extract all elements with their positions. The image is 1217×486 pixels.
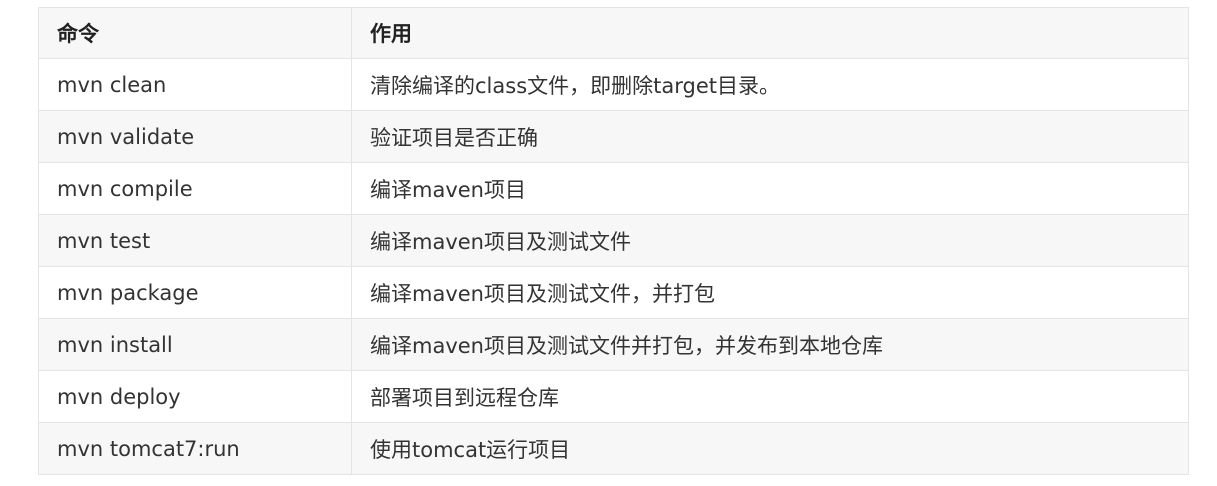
description-cell: 验证项目是否正确 — [351, 110, 1189, 163]
table-row: mvn tomcat7:run 使用tomcat运行项目 — [38, 422, 1189, 475]
command-cell: mvn tomcat7:run — [38, 422, 352, 475]
table-row: mvn test 编译maven项目及测试文件 — [38, 214, 1189, 267]
command-cell: mvn deploy — [38, 370, 352, 423]
command-cell: mvn compile — [38, 162, 352, 215]
command-cell: mvn clean — [38, 58, 352, 111]
table-row: mvn package 编译maven项目及测试文件，并打包 — [38, 266, 1189, 319]
command-cell: mvn package — [38, 266, 352, 319]
table-row: mvn install 编译maven项目及测试文件并打包，并发布到本地仓库 — [38, 318, 1189, 371]
table-row: mvn compile 编译maven项目 — [38, 162, 1189, 215]
table-row: mvn clean 清除编译的class文件，即删除target目录。 — [38, 58, 1189, 111]
maven-commands-table-container: 命令 作用 mvn clean 清除编译的class文件，即删除target目录… — [38, 7, 1189, 475]
description-cell: 部署项目到远程仓库 — [351, 370, 1189, 423]
table-header-row: 命令 作用 — [38, 7, 1189, 59]
header-description: 作用 — [351, 7, 1189, 59]
table-row: mvn validate 验证项目是否正确 — [38, 110, 1189, 163]
command-cell: mvn install — [38, 318, 352, 371]
table-row: mvn deploy 部署项目到远程仓库 — [38, 370, 1189, 423]
description-cell: 编译maven项目及测试文件 — [351, 214, 1189, 267]
description-cell: 编译maven项目及测试文件并打包，并发布到本地仓库 — [351, 318, 1189, 371]
header-command: 命令 — [38, 7, 352, 59]
command-cell: mvn test — [38, 214, 352, 267]
description-cell: 清除编译的class文件，即删除target目录。 — [351, 58, 1189, 111]
maven-commands-table: 命令 作用 mvn clean 清除编译的class文件，即删除target目录… — [38, 7, 1189, 475]
description-cell: 编译maven项目及测试文件，并打包 — [351, 266, 1189, 319]
command-cell: mvn validate — [38, 110, 352, 163]
description-cell: 编译maven项目 — [351, 162, 1189, 215]
description-cell: 使用tomcat运行项目 — [351, 422, 1189, 475]
